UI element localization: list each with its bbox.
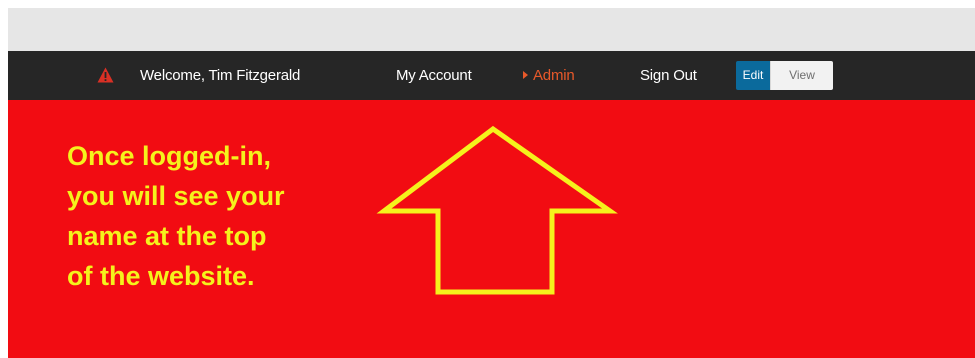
- up-arrow-annotation: [376, 125, 618, 295]
- browser-top-bar: [8, 8, 975, 51]
- welcome-user-text: Welcome, Tim Fitzgerald: [140, 67, 301, 84]
- page: Welcome, Tim Fitzgerald My Account Admin…: [0, 0, 975, 358]
- view-button[interactable]: View: [770, 61, 833, 90]
- sign-out-link[interactable]: Sign Out: [640, 51, 697, 100]
- my-account-link[interactable]: My Account: [396, 51, 472, 100]
- site-navbar: Welcome, Tim Fitzgerald My Account Admin…: [8, 51, 975, 100]
- caret-right-icon: [523, 71, 528, 79]
- hero-banner: Once logged-in, you will see your name a…: [8, 100, 975, 358]
- edit-button[interactable]: Edit: [736, 61, 770, 90]
- warning-icon[interactable]: [97, 67, 114, 83]
- admin-link[interactable]: Admin: [533, 51, 575, 100]
- edit-view-toggle: Edit View: [736, 61, 833, 90]
